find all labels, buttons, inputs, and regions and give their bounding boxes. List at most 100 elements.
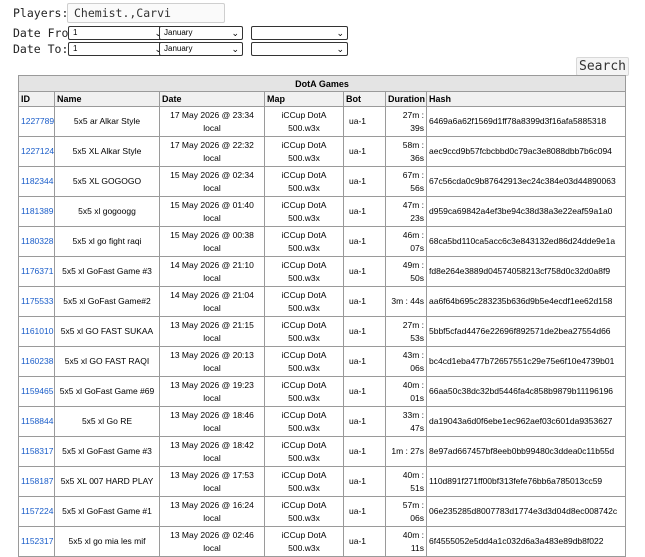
game-id-link[interactable]: 1176371 [21, 266, 53, 276]
cell-hash: da19043a6d0f6ebe1ec962aef03c601da9353627 [425, 406, 627, 437]
timezone-value: local [203, 332, 221, 343]
cell-hash: 5bbf5cfad4476e22696f892571de2bea27554d66 [425, 316, 627, 347]
cell-name: 5x5 xl Go RE [54, 406, 160, 437]
cell-id: 1161010 [18, 316, 55, 347]
date-value: 13 May 2026 @ 18:42 [170, 439, 254, 450]
cell-bot: ua-1 [343, 436, 386, 467]
timezone-value: local [203, 212, 221, 223]
cell-hash: aa6f64b695c283235b636d9b5e4ecdf1ee62d158 [425, 286, 627, 317]
cell-date: 17 May 2026 @ 22:32 local [159, 136, 265, 167]
map-file: 500.w3x [288, 302, 320, 313]
cell-date: 14 May 2026 @ 21:04 local [159, 286, 265, 317]
table-row: 1158317 5x5 xl GoFast Game #3 13 May 2026 … [18, 436, 627, 467]
search-button[interactable]: Search [576, 57, 629, 76]
table-row: 1180328 5x5 xl go fight raqi 15 May 2026 @… [18, 226, 627, 257]
map-file: 500.w3x [288, 182, 320, 193]
cell-map: iCCup DotA 500.w3x [264, 466, 344, 497]
cell-name: 5x5 xl GoFast Game #69 [54, 376, 160, 407]
map-file: 500.w3x [288, 362, 320, 373]
cell-date: 13 May 2026 @ 18:42 local [159, 436, 265, 467]
date-value: 17 May 2026 @ 23:34 [170, 109, 254, 120]
game-id-link[interactable]: 1182344 [21, 176, 53, 186]
game-id-link[interactable]: 1159465 [21, 386, 53, 396]
cell-id: 1158844 [18, 406, 55, 437]
from-year-select[interactable]: ⌄ [251, 26, 348, 40]
to-year-select[interactable]: ⌄ [251, 42, 348, 56]
game-id-link[interactable]: 1227789 [21, 116, 54, 126]
game-id-link[interactable]: 1227124 [21, 146, 54, 156]
game-id-link[interactable]: 1157224 [21, 506, 53, 516]
cell-bot: ua-1 [343, 526, 386, 557]
game-id-link[interactable]: 1158317 [21, 446, 53, 456]
cell-id: 1227789 [18, 106, 55, 137]
game-id-link[interactable]: 1158844 [21, 416, 53, 426]
date-value: 15 May 2026 @ 02:34 [170, 169, 254, 180]
players-input[interactable]: Chemist.,Carvi [67, 3, 225, 23]
cell-id: 1159465 [18, 376, 55, 407]
cell-hash: 6f4555052e5dd4a1c032d6a3a483e89db8f022 [425, 526, 627, 557]
cell-date: 14 May 2026 @ 21:10 local [159, 256, 265, 287]
map-file: 500.w3x [288, 392, 320, 403]
date-value: 14 May 2026 @ 21:04 [170, 289, 254, 300]
game-id-link[interactable]: 1180328 [21, 236, 53, 246]
to-day-select[interactable]: 1⌄ [68, 42, 166, 56]
map-name: iCCup DotA [281, 199, 327, 210]
cell-map: iCCup DotA 500.w3x [264, 316, 344, 347]
game-id-link[interactable]: 1160238 [21, 356, 53, 366]
table-row: 1158844 5x5 xl Go RE 13 May 2026 @ 18:46 lo… [18, 406, 627, 437]
table-row: 1158187 5x5 XL 007 HARD PLAY 13 May 2026 @… [18, 466, 627, 497]
cell-map: iCCup DotA 500.w3x [264, 436, 344, 467]
map-name: iCCup DotA [281, 499, 327, 510]
date-value: 13 May 2026 @ 16:24 [170, 499, 254, 510]
timezone-value: local [203, 422, 221, 433]
col-header-date: Date [159, 91, 265, 107]
from-day-select[interactable]: 1⌄ [68, 26, 166, 40]
timezone-value: local [203, 272, 221, 283]
game-id-link[interactable]: 1161010 [21, 326, 53, 336]
table-body: 1227789 5x5 ar Alkar Style 17 May 2026 @ 2… [18, 106, 627, 557]
date-value: 17 May 2026 @ 22:32 [170, 139, 254, 150]
game-id-link[interactable]: 1181389 [21, 206, 53, 216]
cell-map: iCCup DotA 500.w3x [264, 376, 344, 407]
timezone-value: local [203, 482, 221, 493]
cell-name: 5x5 xl GoFast Game#2 [54, 286, 160, 317]
map-name: iCCup DotA [281, 139, 327, 150]
cell-date: 13 May 2026 @ 17:53 local [159, 466, 265, 497]
to-month-select[interactable]: January ⌄ [159, 42, 243, 56]
map-file: 500.w3x [288, 272, 320, 283]
map-name: iCCup DotA [281, 439, 327, 450]
timezone-value: local [203, 542, 221, 553]
cell-date: 13 May 2026 @ 19:23 local [159, 376, 265, 407]
players-row: Players: Chemist.,Carvi [13, 0, 253, 26]
cell-duration: 40m : 51s [385, 466, 427, 497]
cell-hash: 66aa50c38dc32bd5446fa4c858b9879b11196196 [425, 376, 627, 407]
date-value: 14 May 2026 @ 21:10 [170, 259, 254, 270]
cell-map: iCCup DotA 500.w3x [264, 196, 344, 227]
cell-name: 5x5 xl gogoogg [54, 196, 160, 227]
map-name: iCCup DotA [281, 349, 327, 360]
cell-date: 17 May 2026 @ 23:34 local [159, 106, 265, 137]
cell-bot: ua-1 [343, 466, 386, 497]
from-month-select[interactable]: January ⌄ [159, 26, 243, 40]
to-month-value: January [164, 44, 193, 53]
cell-hash: 6469a6a62f1569d1ff78a8399d3f16afa5885318 [425, 106, 627, 137]
cell-duration: 40m : 11s [385, 526, 427, 557]
cell-id: 1158187 [18, 466, 55, 497]
cell-id: 1176371 [18, 256, 55, 287]
timezone-value: local [203, 452, 221, 463]
cell-id: 1175533 [18, 286, 55, 317]
game-id-link[interactable]: 1175533 [21, 296, 53, 306]
map-file: 500.w3x [288, 512, 320, 523]
game-id-link[interactable]: 1158187 [21, 476, 53, 486]
cell-name: 5x5 xl GO FAST SUKAA [54, 316, 160, 347]
col-header-bot: Bot [343, 91, 386, 107]
cell-hash: fd8e264e3889d04574058213cf758d0c32d0a8f9 [425, 256, 627, 287]
table-row: 1227789 5x5 ar Alkar Style 17 May 2026 @ 2… [18, 106, 627, 137]
chevron-down-icon: ⌄ [231, 44, 239, 54]
cell-date: 13 May 2026 @ 18:46 local [159, 406, 265, 437]
cell-id: 1180328 [18, 226, 55, 257]
game-id-link[interactable]: 1152317 [21, 536, 53, 546]
cell-map: iCCup DotA 500.w3x [264, 226, 344, 257]
cell-name: 5x5 XL 007 HARD PLAY [54, 466, 160, 497]
cell-name: 5x5 xl GoFast Game #3 [54, 436, 160, 467]
